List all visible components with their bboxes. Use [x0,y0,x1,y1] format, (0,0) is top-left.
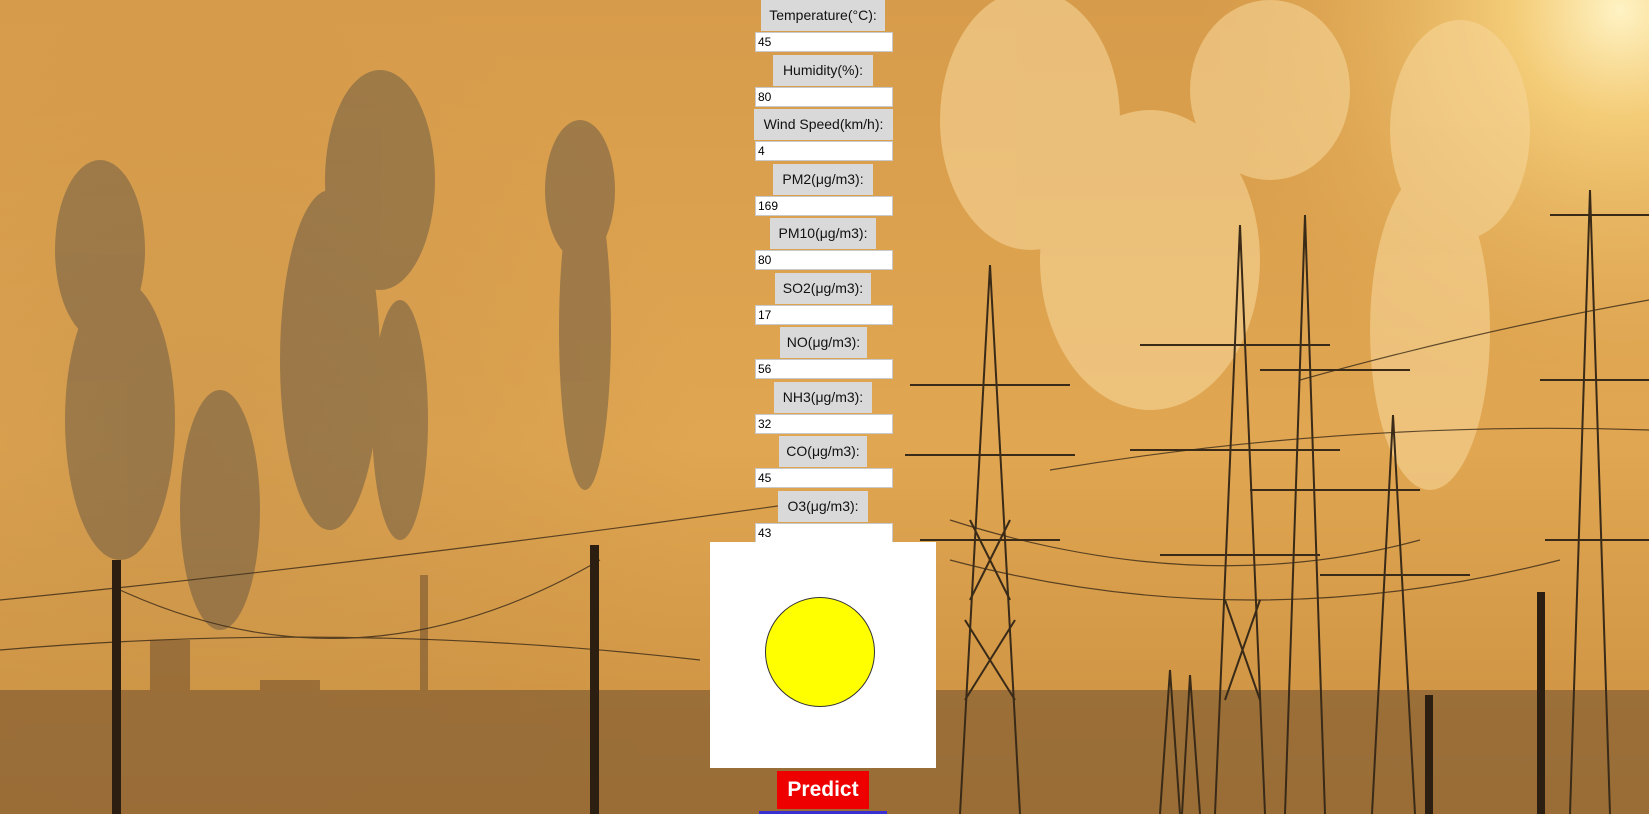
pm10-label: PM10(μg/m3): [770,218,876,249]
o3-label: O3(μg/m3): [778,491,868,522]
wind-speed-input[interactable] [755,141,893,161]
nh3-input[interactable] [755,414,893,434]
so2-label: SO2(μg/m3): [775,273,871,304]
co-input[interactable] [755,468,893,488]
temperature-label: Temperature(°C): [761,0,885,31]
so2-input[interactable] [755,305,893,325]
o3-input[interactable] [755,523,893,543]
pm10-input[interactable] [755,250,893,270]
temperature-input[interactable] [755,32,893,52]
humidity-label: Humidity(%): [773,55,873,86]
air-quality-indicator-circle [765,597,875,707]
humidity-input[interactable] [755,87,893,107]
no-label: NO(μg/m3): [780,327,867,358]
pm2-label: PM2(μg/m3): [773,164,873,195]
predict-button[interactable]: Predict [777,771,869,809]
no-input[interactable] [755,359,893,379]
nh3-label: NH3(μg/m3): [774,382,872,413]
wind-speed-label: Wind Speed(km/h): [754,109,893,140]
co-label: CO(μg/m3): [779,436,867,467]
prediction-indicator-panel [710,542,936,768]
pm2-input[interactable] [755,196,893,216]
